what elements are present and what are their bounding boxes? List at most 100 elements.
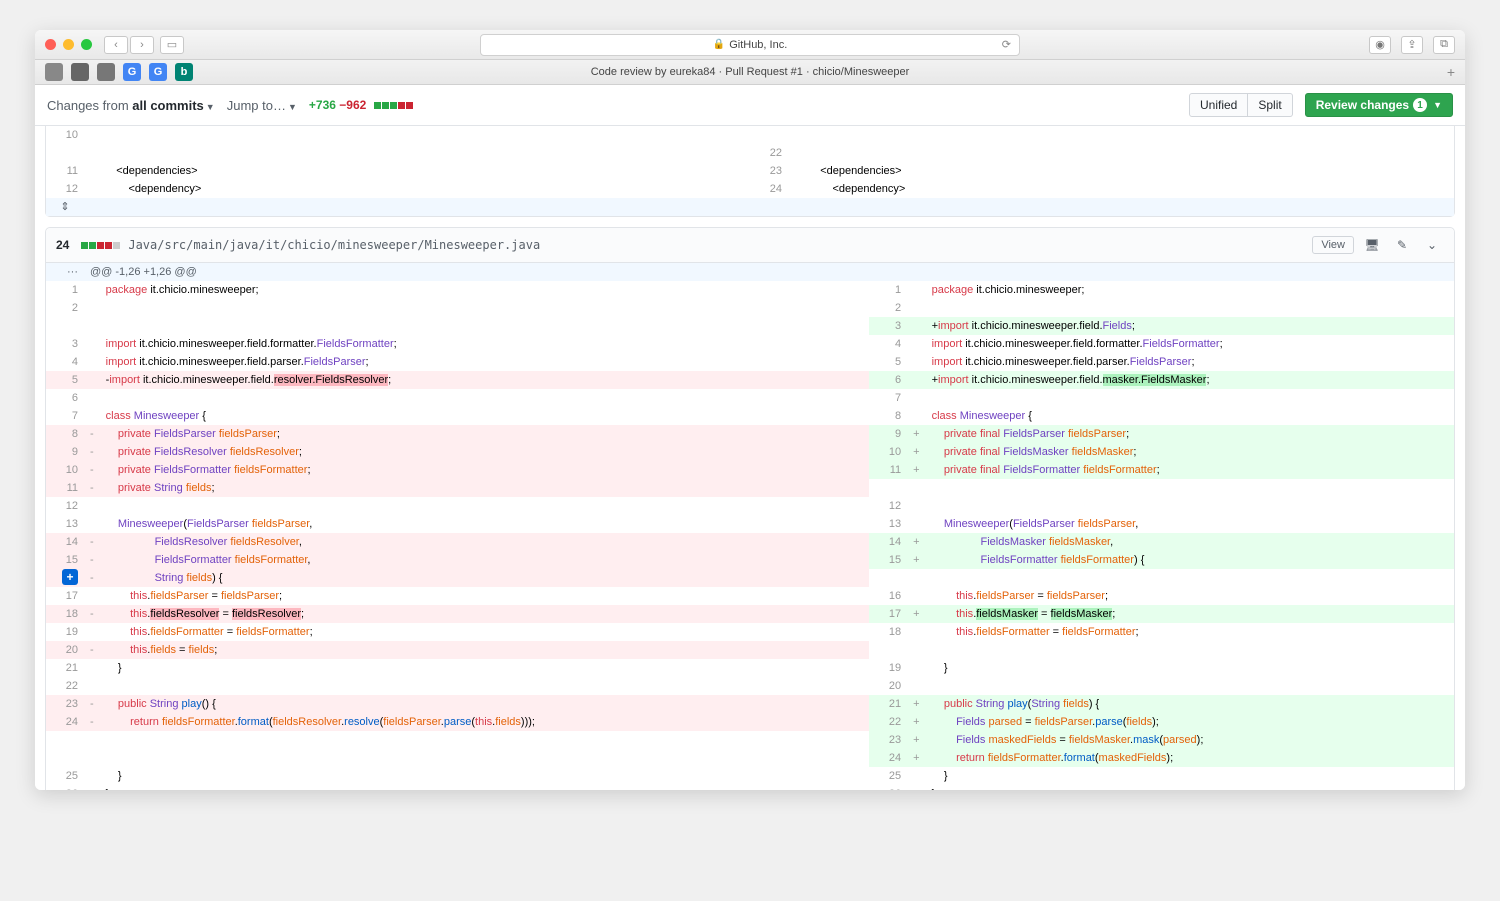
line-number[interactable]: 23 [46, 695, 84, 713]
line-number[interactable]: 14 [869, 533, 907, 551]
line-number[interactable]: 1 [869, 281, 907, 299]
line-number[interactable]: 8 [46, 425, 84, 443]
new-tab-button[interactable]: + [1447, 64, 1455, 80]
line-number[interactable]: 5 [46, 371, 84, 389]
line-number[interactable]: 18 [46, 605, 84, 623]
line-number[interactable] [46, 731, 84, 749]
line-number[interactable]: 7 [869, 389, 907, 407]
add-comment-button[interactable]: + [62, 569, 78, 585]
line-number[interactable]: 24 [869, 749, 907, 767]
line-number[interactable]: 12 [869, 497, 907, 515]
line-number[interactable]: 1 [46, 281, 84, 299]
line-number[interactable]: 16 [869, 587, 907, 605]
line-number[interactable]: 19 [869, 659, 907, 677]
forward-button[interactable]: › [130, 36, 154, 54]
code-line [100, 731, 870, 749]
line-number[interactable]: 3 [46, 335, 84, 353]
line-number[interactable]: 12 [46, 497, 84, 515]
line-number[interactable]: 25 [869, 767, 907, 785]
bookmark-icon[interactable] [45, 63, 63, 81]
line-number[interactable]: 21 [869, 695, 907, 713]
jump-dropdown[interactable]: Jump to…▼ [227, 98, 297, 113]
chevron-down-icon[interactable]: ⌄ [1420, 234, 1444, 256]
line-number[interactable]: 20 [46, 641, 84, 659]
line-number[interactable]: 22 [869, 713, 907, 731]
expand-icon[interactable]: ··· [46, 263, 84, 281]
line-number[interactable]: 13 [869, 515, 907, 533]
line-number[interactable]: 17 [869, 605, 907, 623]
line-number[interactable]: 21 [46, 659, 84, 677]
code-line: -import it.chicio.minesweeper.field.reso… [100, 371, 870, 389]
code-line: Fields maskedFields = fieldsMasker.mask(… [926, 731, 1454, 749]
diff-table: 102211 <dependencies>23 <dependencies>12… [46, 126, 1454, 198]
line-number[interactable] [46, 317, 84, 335]
reload-icon[interactable]: ⟳ [1002, 38, 1011, 51]
display-icon[interactable]: 🖥 [1360, 234, 1384, 256]
split-button[interactable]: Split [1248, 93, 1292, 117]
line-number[interactable]: 2 [869, 299, 907, 317]
line-number[interactable]: 6 [869, 371, 907, 389]
back-button[interactable]: ‹ [104, 36, 128, 54]
bookmark-icon[interactable] [97, 63, 115, 81]
code-line: import it.chicio.minesweeper.field.parse… [100, 353, 870, 371]
code-line: } [100, 767, 870, 785]
line-number[interactable]: 23 [869, 731, 907, 749]
line-number[interactable]: 8 [869, 407, 907, 425]
share-icon[interactable]: ⇪ [1401, 36, 1423, 54]
code-line: FieldsFormatter fieldsFormatter) { [926, 551, 1454, 569]
line-number[interactable]: 15 [46, 551, 84, 569]
line-number[interactable]: 15 [869, 551, 907, 569]
line-number[interactable]: 14 [46, 533, 84, 551]
line-number[interactable]: 6 [46, 389, 84, 407]
bookmark-icon[interactable]: G [123, 63, 141, 81]
line-number[interactable]: 17 [46, 587, 84, 605]
line-number[interactable]: 10 [46, 461, 84, 479]
unified-button[interactable]: Unified [1189, 93, 1248, 117]
close-icon[interactable] [45, 39, 56, 50]
review-changes-button[interactable]: Review changes 1 ▼ [1305, 93, 1453, 117]
line-number[interactable] [869, 641, 907, 659]
line-number[interactable]: 9 [869, 425, 907, 443]
sidebar-button[interactable]: ▭ [160, 36, 184, 54]
line-number[interactable]: 11 [46, 479, 84, 497]
expand-icon[interactable]: ⇕ [46, 198, 84, 216]
tabs-icon[interactable]: ⧉ [1433, 36, 1455, 54]
line-number[interactable]: 18 [869, 623, 907, 641]
line-number[interactable]: 13 [46, 515, 84, 533]
line-number[interactable]: 10 [869, 443, 907, 461]
line-number[interactable]: 5 [869, 353, 907, 371]
edit-icon[interactable]: ✎ [1390, 234, 1414, 256]
minimize-icon[interactable] [63, 39, 74, 50]
line-number[interactable]: + [46, 569, 84, 587]
changes-dropdown[interactable]: Changes from all commits▼ [47, 98, 215, 113]
line-number[interactable]: 4 [46, 353, 84, 371]
line-number[interactable]: 7 [46, 407, 84, 425]
line-number[interactable]: 11 [869, 461, 907, 479]
file-path[interactable]: Java/src/main/java/it/chicio/minesweeper… [128, 238, 540, 252]
downloads-icon[interactable]: ◉ [1369, 36, 1391, 54]
bookmark-icon[interactable]: G [149, 63, 167, 81]
view-file-button[interactable]: View [1312, 236, 1354, 254]
line-number[interactable]: 19 [46, 623, 84, 641]
line-number[interactable]: 24 [46, 713, 84, 731]
line-number[interactable]: 25 [46, 767, 84, 785]
zoom-icon[interactable] [81, 39, 92, 50]
line-number[interactable]: 20 [869, 677, 907, 695]
line-number[interactable] [46, 749, 84, 767]
code-line: } [926, 659, 1454, 677]
code-line: class Minesweeper { [926, 407, 1454, 425]
line-number[interactable]: 26 [46, 785, 84, 790]
address-bar[interactable]: 🔒 GitHub, Inc. ⟳ [480, 34, 1020, 56]
line-number[interactable]: 26 [869, 785, 907, 790]
bookmark-icon[interactable] [71, 63, 89, 81]
line-number[interactable] [869, 569, 907, 587]
line-number[interactable] [869, 479, 907, 497]
bookmark-icon[interactable]: b [175, 63, 193, 81]
line-number[interactable]: 3 [869, 317, 907, 335]
line-number[interactable]: 2 [46, 299, 84, 317]
window-controls [45, 39, 92, 50]
line-number[interactable]: 4 [869, 335, 907, 353]
line-number[interactable]: 9 [46, 443, 84, 461]
code-line [100, 299, 870, 317]
line-number[interactable]: 22 [46, 677, 84, 695]
